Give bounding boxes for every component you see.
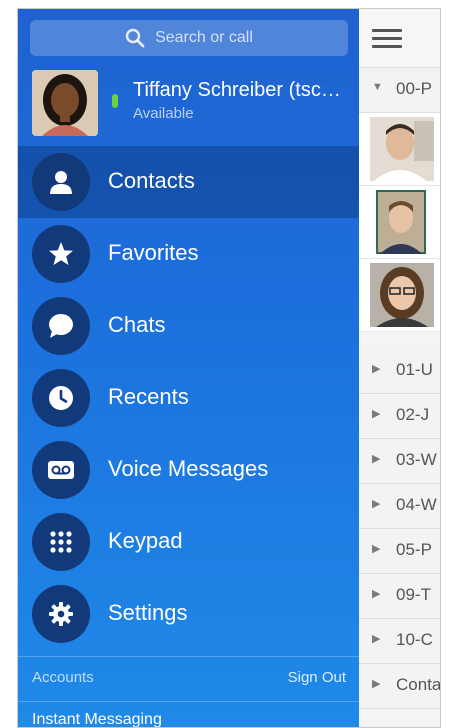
search-icon [125, 28, 145, 48]
collapsed-triangle-icon: ▶ [372, 363, 381, 375]
contact-list-header [359, 9, 440, 68]
presence-indicator [112, 94, 118, 108]
contact-group-row[interactable]: ▶ 05-P [359, 529, 440, 574]
contact-group-label: 02-J [396, 405, 430, 424]
nav-item-recents[interactable]: Recents [18, 362, 359, 434]
clock-icon [49, 386, 73, 410]
nav-label-recents: Recents [108, 384, 189, 409]
chat-bubble-icon [49, 314, 73, 338]
divider [18, 656, 359, 657]
contact-photo [376, 190, 426, 254]
contact-group-label: 03-W [396, 450, 437, 469]
contact-row[interactable] [359, 259, 440, 332]
nav-label-contacts: Contacts [108, 168, 195, 193]
contact-group-row[interactable]: ▶ Conta [359, 664, 440, 709]
profile-name: Tiffany Schreiber (tsc… [133, 79, 341, 101]
nav-label-settings: Settings [108, 600, 188, 625]
contact-group-label: 04-W [396, 495, 437, 514]
keypad-icon [50, 531, 72, 553]
contact-group-row[interactable]: ▶ 03-W [359, 439, 440, 484]
nav-item-keypad[interactable]: Keypad [18, 506, 359, 578]
contact-group-row[interactable]: ▶ 10-C [359, 619, 440, 664]
contact-group-label: 10-C [396, 630, 433, 649]
nav-item-settings[interactable]: Settings [18, 578, 359, 650]
contact-group-label: 09-T [396, 585, 431, 604]
contact-group-row[interactable]: ▶ 01-U [359, 349, 440, 394]
search-placeholder: Search or call [155, 29, 253, 46]
nav-item-contacts[interactable]: Contacts [18, 146, 359, 218]
collapsed-triangle-icon: ▶ [372, 588, 381, 600]
contact-row[interactable] [359, 113, 440, 186]
collapsed-triangle-icon: ▶ [372, 543, 381, 555]
nav-label-favorites: Favorites [108, 240, 199, 265]
nav-label-voice-messages: Voice Messages [108, 456, 269, 481]
person-icon [50, 171, 72, 194]
contact-group-label: Conta [396, 675, 440, 694]
nav-label-keypad: Keypad [108, 528, 183, 553]
hamburger-menu-icon[interactable] [372, 29, 402, 49]
nav-item-chats[interactable]: Chats [18, 290, 359, 362]
contact-group-row[interactable]: ▶ 04-W [359, 484, 440, 529]
contact-group-row[interactable]: ▶ 09-T [359, 574, 440, 619]
contact-group-label: 05-P [396, 540, 432, 559]
nav-item-favorites[interactable]: Favorites [18, 218, 359, 290]
avatar [32, 70, 98, 136]
app-frame: Search or call Tiffany Schreiber (tsc… A… [17, 8, 441, 728]
collapsed-triangle-icon: ▶ [372, 408, 381, 420]
nav-item-voice-messages[interactable]: Voice Messages [18, 434, 359, 506]
contact-photo [370, 263, 434, 327]
contact-group-label: 01-U [396, 360, 433, 379]
contact-group-label: 00-P [396, 79, 432, 98]
user-profile[interactable]: Tiffany Schreiber (tsc… Available [18, 69, 359, 139]
voicemail-icon [48, 461, 74, 479]
contact-group-row[interactable]: ▼ 00-P [359, 68, 440, 113]
divider [18, 701, 359, 702]
accounts-label: Accounts [32, 669, 94, 686]
collapsed-triangle-icon: ▶ [372, 498, 381, 510]
expanded-triangle-icon: ▼ [372, 81, 383, 93]
contact-row[interactable] [359, 186, 440, 259]
collapsed-triangle-icon: ▶ [372, 633, 381, 645]
contact-photo [370, 117, 434, 181]
contact-list-pane: ▼ 00-P ▶ 01-U ▶ 02-J ▶ 03-W ▶ 04-W ▶ 05-… [359, 9, 440, 727]
instant-messaging-item[interactable]: Instant Messaging [32, 711, 162, 727]
sign-out-button[interactable]: Sign Out [288, 669, 346, 686]
contact-group-row[interactable]: ▶ 02-J [359, 394, 440, 439]
collapsed-triangle-icon: ▶ [372, 453, 381, 465]
gear-icon [49, 602, 73, 626]
navigation-drawer: Search or call Tiffany Schreiber (tsc… A… [18, 9, 359, 727]
nav-label-chats: Chats [108, 312, 166, 337]
search-bar[interactable]: Search or call [30, 20, 348, 56]
profile-status: Available [133, 105, 194, 122]
star-icon [49, 242, 73, 265]
collapsed-triangle-icon: ▶ [372, 678, 381, 690]
